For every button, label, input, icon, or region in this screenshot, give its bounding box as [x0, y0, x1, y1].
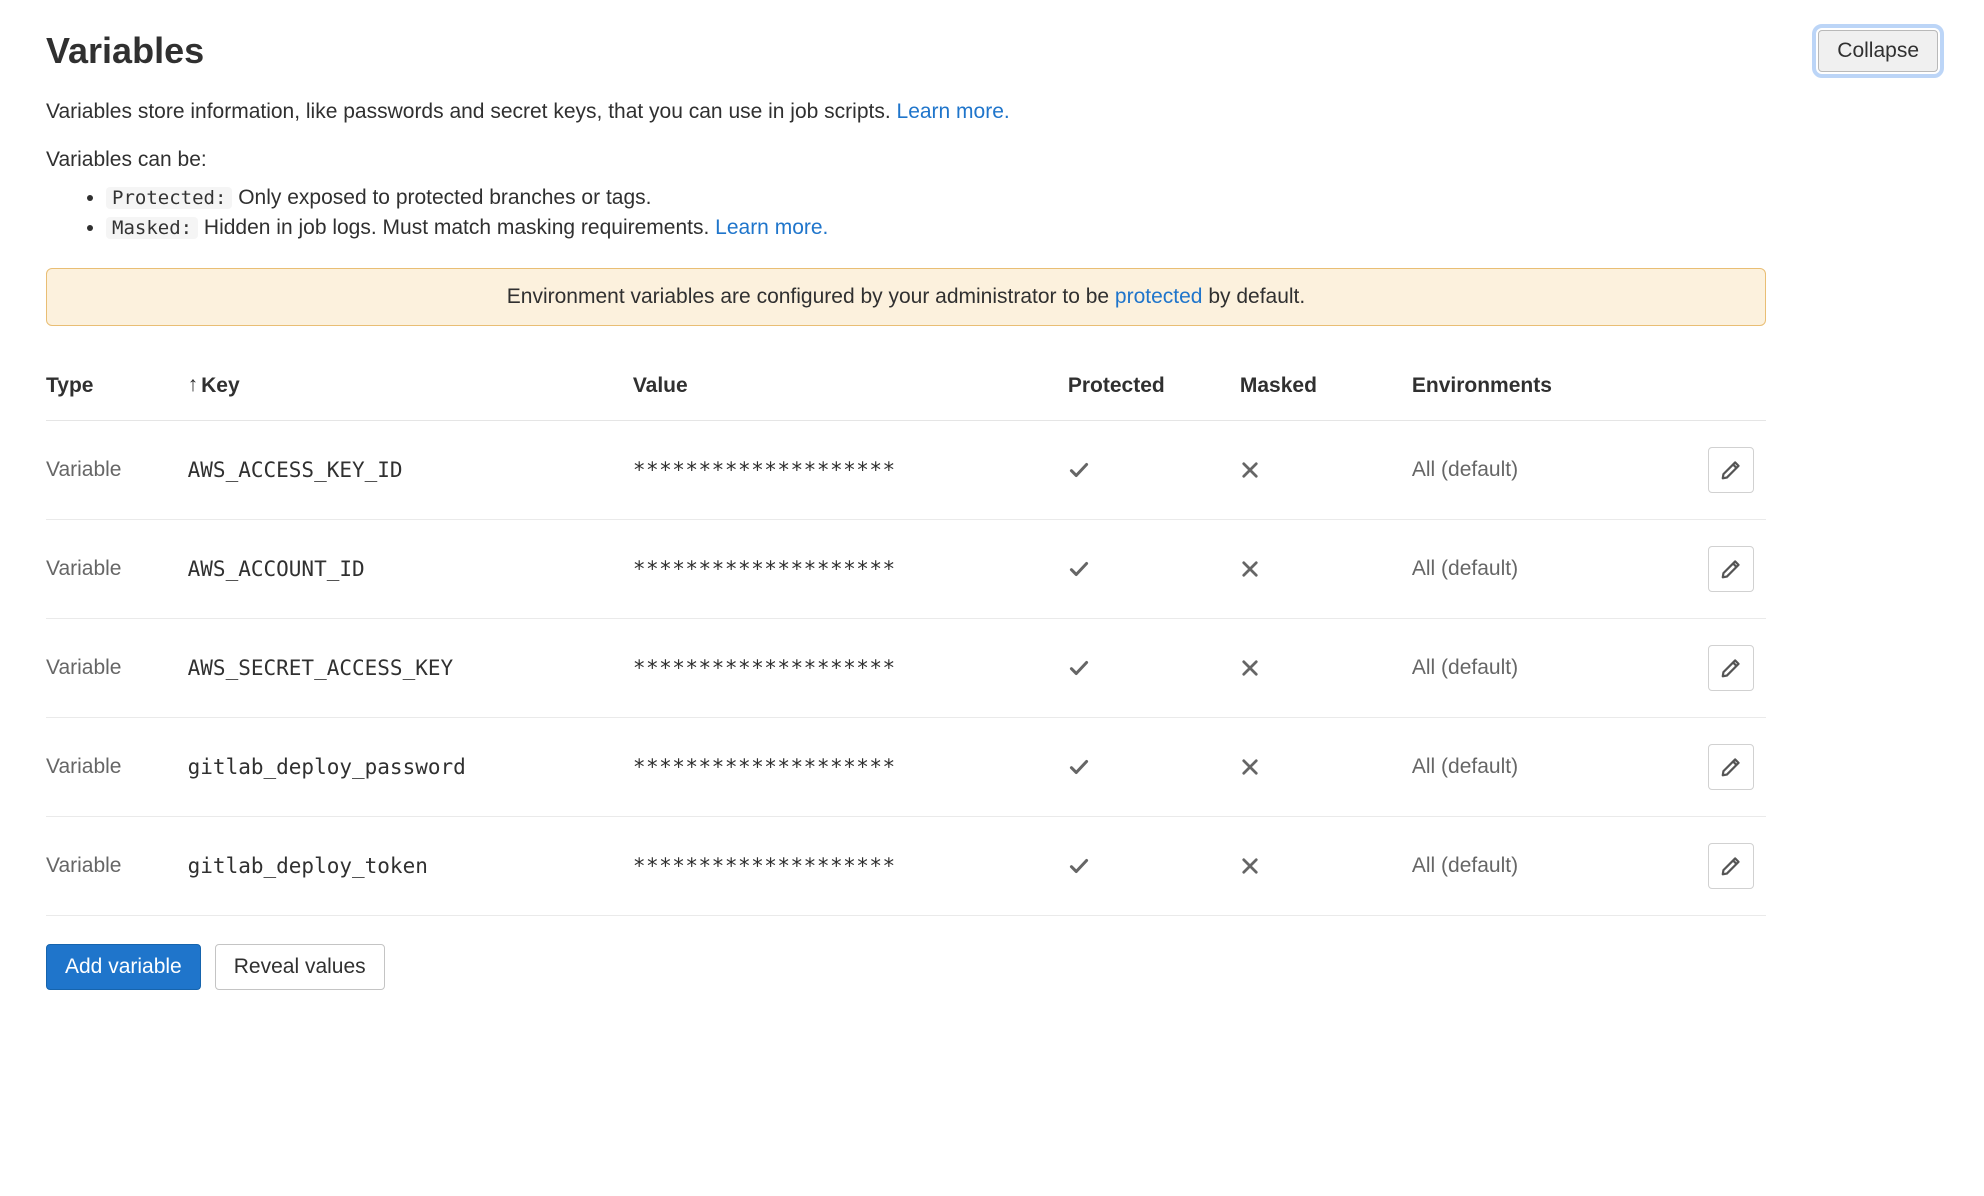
- cell-value: ********************: [633, 520, 1068, 619]
- pencil-icon: [1720, 756, 1742, 778]
- check-icon: [1068, 855, 1090, 877]
- edit-variable-button[interactable]: [1708, 843, 1754, 889]
- learn-more-link[interactable]: Learn more.: [897, 100, 1010, 123]
- col-environments[interactable]: Environments: [1412, 354, 1705, 421]
- variables-table: Type ↑Key Value Protected Masked Environ…: [46, 354, 1766, 916]
- cell-value: ********************: [633, 619, 1068, 718]
- masked-learn-more-link[interactable]: Learn more.: [715, 216, 828, 239]
- cell-value: ********************: [633, 421, 1068, 520]
- col-value[interactable]: Value: [633, 354, 1068, 421]
- pencil-icon: [1720, 459, 1742, 481]
- edit-variable-button[interactable]: [1708, 546, 1754, 592]
- edit-variable-button[interactable]: [1708, 447, 1754, 493]
- info-banner: Environment variables are configured by …: [46, 268, 1766, 326]
- edit-variable-button[interactable]: [1708, 645, 1754, 691]
- table-row: VariableAWS_SECRET_ACCESS_KEY***********…: [46, 619, 1766, 718]
- check-icon: [1068, 459, 1090, 481]
- collapse-button[interactable]: Collapse: [1818, 30, 1938, 72]
- table-row: VariableAWS_ACCOUNT_ID******************…: [46, 520, 1766, 619]
- cell-value: ********************: [633, 718, 1068, 817]
- masked-code: Masked:: [106, 217, 198, 239]
- cell-key: AWS_SECRET_ACCESS_KEY: [188, 619, 633, 718]
- cell-protected: [1068, 718, 1240, 817]
- cell-protected: [1068, 520, 1240, 619]
- col-protected[interactable]: Protected: [1068, 354, 1240, 421]
- x-icon: [1240, 658, 1260, 678]
- cell-key: AWS_ACCOUNT_ID: [188, 520, 633, 619]
- col-key[interactable]: ↑Key: [188, 354, 633, 421]
- cell-protected: [1068, 421, 1240, 520]
- list-item: Protected: Only exposed to protected bra…: [106, 186, 1938, 210]
- cell-masked: [1240, 718, 1412, 817]
- page-title: Variables: [46, 30, 204, 72]
- protected-code: Protected:: [106, 187, 232, 209]
- cell-protected: [1068, 817, 1240, 916]
- cell-key: gitlab_deploy_password: [188, 718, 633, 817]
- col-actions: [1705, 354, 1766, 421]
- check-icon: [1068, 558, 1090, 580]
- cell-environments: All (default): [1412, 421, 1705, 520]
- edit-variable-button[interactable]: [1708, 744, 1754, 790]
- col-masked[interactable]: Masked: [1240, 354, 1412, 421]
- x-icon: [1240, 559, 1260, 579]
- cell-masked: [1240, 421, 1412, 520]
- sort-asc-icon: ↑: [188, 373, 199, 397]
- cell-protected: [1068, 619, 1240, 718]
- table-row: Variablegitlab_deploy_password**********…: [46, 718, 1766, 817]
- cell-type: Variable: [46, 421, 188, 520]
- table-row: Variablegitlab_deploy_token*************…: [46, 817, 1766, 916]
- cell-masked: [1240, 817, 1412, 916]
- cell-key: gitlab_deploy_token: [188, 817, 633, 916]
- banner-protected-link[interactable]: protected: [1115, 285, 1203, 308]
- cell-environments: All (default): [1412, 718, 1705, 817]
- cell-type: Variable: [46, 520, 188, 619]
- description-text: Variables store information, like passwo…: [46, 100, 897, 123]
- cell-masked: [1240, 619, 1412, 718]
- description: Variables store information, like passwo…: [46, 100, 1766, 124]
- list-item: Masked: Hidden in job logs. Must match m…: [106, 216, 1938, 240]
- x-icon: [1240, 460, 1260, 480]
- protected-desc: Only exposed to protected branches or ta…: [232, 186, 651, 209]
- masked-desc: Hidden in job logs. Must match masking r…: [198, 216, 715, 239]
- cell-key: AWS_ACCESS_KEY_ID: [188, 421, 633, 520]
- cell-type: Variable: [46, 817, 188, 916]
- reveal-values-button[interactable]: Reveal values: [215, 944, 385, 990]
- cell-environments: All (default): [1412, 817, 1705, 916]
- variable-types-list: Protected: Only exposed to protected bra…: [46, 186, 1938, 240]
- cell-type: Variable: [46, 718, 188, 817]
- types-intro: Variables can be:: [46, 148, 1938, 172]
- pencil-icon: [1720, 558, 1742, 580]
- banner-text-before: Environment variables are configured by …: [507, 285, 1115, 308]
- check-icon: [1068, 756, 1090, 778]
- cell-environments: All (default): [1412, 520, 1705, 619]
- cell-environments: All (default): [1412, 619, 1705, 718]
- cell-masked: [1240, 520, 1412, 619]
- add-variable-button[interactable]: Add variable: [46, 944, 201, 990]
- x-icon: [1240, 856, 1260, 876]
- pencil-icon: [1720, 657, 1742, 679]
- col-key-label: Key: [201, 374, 240, 397]
- banner-text-after: by default.: [1202, 285, 1305, 308]
- x-icon: [1240, 757, 1260, 777]
- check-icon: [1068, 657, 1090, 679]
- table-row: VariableAWS_ACCESS_KEY_ID***************…: [46, 421, 1766, 520]
- cell-type: Variable: [46, 619, 188, 718]
- cell-value: ********************: [633, 817, 1068, 916]
- pencil-icon: [1720, 855, 1742, 877]
- col-type[interactable]: Type: [46, 354, 188, 421]
